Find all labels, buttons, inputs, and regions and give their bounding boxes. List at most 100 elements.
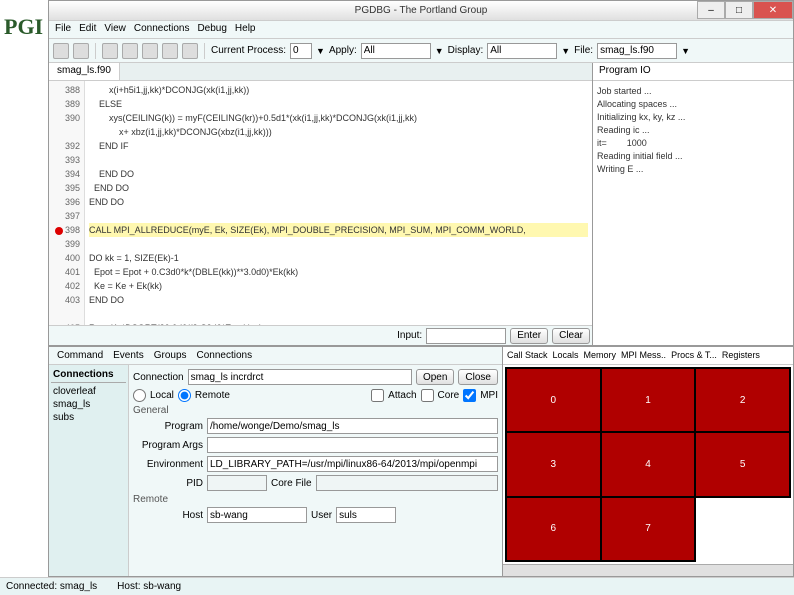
connections-header: Connections — [51, 367, 126, 383]
menu-edit[interactable]: Edit — [79, 23, 96, 36]
continue-icon[interactable] — [162, 43, 178, 59]
host-input[interactable] — [207, 507, 307, 523]
attach-label: Attach — [388, 390, 416, 401]
corefile-label: Core File — [271, 478, 312, 489]
proc-cell[interactable]: 0 — [506, 368, 601, 432]
env-input[interactable] — [207, 456, 498, 472]
horizontal-scrollbar[interactable] — [503, 564, 793, 576]
connection-list: Connections cloverleaf smag_ls subs — [49, 365, 129, 576]
current-process-label: Current Process: — [211, 45, 286, 56]
code-lines: x(i+h5i1,jj,kk)*DCONJG(xk(i1,jj,kk)) ELS… — [85, 81, 592, 325]
program-label: Program — [133, 421, 203, 432]
corefile-input — [316, 475, 498, 491]
menubar: File Edit View Connections Debug Help — [49, 21, 793, 39]
current-process-input[interactable] — [290, 43, 312, 59]
mpi-label: MPI — [480, 390, 498, 401]
tab-locals[interactable]: Locals — [551, 349, 581, 362]
tab-registers[interactable]: Registers — [720, 349, 762, 362]
attach-checkbox[interactable] — [371, 389, 384, 402]
maximize-button[interactable]: □ — [725, 1, 753, 19]
menu-help[interactable]: Help — [235, 23, 256, 36]
status-host: Host: sb-wang — [117, 581, 181, 592]
env-label: Environment — [133, 459, 203, 470]
mpi-checkbox[interactable] — [463, 389, 476, 402]
proc-cell[interactable]: 2 — [695, 368, 790, 432]
main-window: PGDBG - The Portland Group – □ ✕ File Ed… — [48, 0, 794, 577]
program-input[interactable] — [207, 418, 498, 434]
local-label: Local — [150, 390, 174, 401]
procs-panel: Call Stack Locals Memory MPI Mess.. Proc… — [503, 347, 793, 576]
file-select[interactable] — [597, 43, 677, 59]
line-gutter: 3883893903923933943953963973983994004014… — [49, 81, 85, 325]
pgi-logo: PGI — [4, 14, 43, 40]
connection-form: Connection Open Close Local Remote Attac… — [129, 365, 502, 576]
run-icon[interactable] — [53, 43, 69, 59]
enter-button[interactable]: Enter — [510, 328, 548, 344]
open-button[interactable]: Open — [416, 369, 454, 385]
proc-cell[interactable]: 5 — [695, 432, 790, 496]
input-label: Input: — [397, 330, 422, 341]
stdin-input[interactable] — [426, 328, 506, 344]
conn-item[interactable]: subs — [51, 411, 126, 424]
statusbar: Connected: smag_ls Host: sb-wang — [0, 577, 794, 595]
local-radio[interactable] — [133, 389, 146, 402]
output-tab[interactable]: Program IO — [593, 63, 793, 81]
step-into-icon[interactable] — [122, 43, 138, 59]
proc-cell[interactable]: 4 — [601, 432, 696, 496]
apply-select[interactable] — [361, 43, 431, 59]
remote-radio[interactable] — [178, 389, 191, 402]
apply-label: Apply: — [329, 45, 357, 56]
menu-view[interactable]: View — [104, 23, 126, 36]
menu-debug[interactable]: Debug — [197, 23, 226, 36]
proc-cell[interactable]: 6 — [506, 497, 601, 561]
tab-procs[interactable]: Procs & T... — [669, 349, 719, 362]
code-panel: smag_ls.f90 3883893903923933943953963973… — [49, 63, 593, 345]
tab-mpimess[interactable]: MPI Mess.. — [619, 349, 668, 362]
output-body: Job started ...Allocating spaces ...Init… — [593, 81, 793, 345]
tab-groups[interactable]: Groups — [150, 349, 191, 362]
pause-icon[interactable] — [182, 43, 198, 59]
remote-section: Remote — [133, 494, 498, 505]
code-tab[interactable]: smag_ls.f90 — [49, 63, 120, 80]
connection-label: Connection — [133, 372, 184, 383]
close-button[interactable]: ✕ — [753, 1, 793, 19]
proc-cell[interactable]: 1 — [601, 368, 696, 432]
step-out-icon[interactable] — [142, 43, 158, 59]
args-label: Program Args — [133, 440, 203, 451]
tab-callstack[interactable]: Call Stack — [505, 349, 550, 362]
remote-label: Remote — [195, 390, 230, 401]
titlebar: PGDBG - The Portland Group – □ ✕ — [49, 1, 793, 21]
user-label: User — [311, 510, 332, 521]
file-label: File: — [574, 45, 593, 56]
proc-empty — [695, 497, 790, 561]
general-section: General — [133, 405, 498, 416]
args-input[interactable] — [207, 437, 498, 453]
code-area[interactable]: 3883893903923933943953963973983994004014… — [49, 81, 592, 325]
proc-cell[interactable]: 3 — [506, 432, 601, 496]
tab-memory[interactable]: Memory — [582, 349, 619, 362]
clear-button[interactable]: Clear — [552, 328, 590, 344]
tab-events[interactable]: Events — [109, 349, 148, 362]
host-label: Host — [133, 510, 203, 521]
proc-cell[interactable]: 7 — [601, 497, 696, 561]
close-conn-button[interactable]: Close — [458, 369, 498, 385]
conn-item[interactable]: smag_ls — [51, 398, 126, 411]
stop-icon[interactable] — [73, 43, 89, 59]
pid-label: PID — [133, 478, 203, 489]
menu-connections[interactable]: Connections — [134, 23, 190, 36]
step-over-icon[interactable] — [102, 43, 118, 59]
menu-file[interactable]: File — [55, 23, 71, 36]
output-panel: Program IO Job started ...Allocating spa… — [593, 63, 793, 345]
tab-command[interactable]: Command — [53, 349, 107, 362]
status-connected: Connected: smag_ls — [6, 581, 97, 592]
tab-connections[interactable]: Connections — [193, 349, 257, 362]
core-label: Core — [438, 390, 460, 401]
pid-input — [207, 475, 267, 491]
minimize-button[interactable]: – — [697, 1, 725, 19]
connection-name-input[interactable] — [188, 369, 412, 385]
core-checkbox[interactable] — [421, 389, 434, 402]
process-grid: 0 1 2 3 4 5 6 7 — [503, 365, 793, 564]
user-input[interactable] — [336, 507, 396, 523]
conn-item[interactable]: cloverleaf — [51, 385, 126, 398]
display-select[interactable] — [487, 43, 557, 59]
